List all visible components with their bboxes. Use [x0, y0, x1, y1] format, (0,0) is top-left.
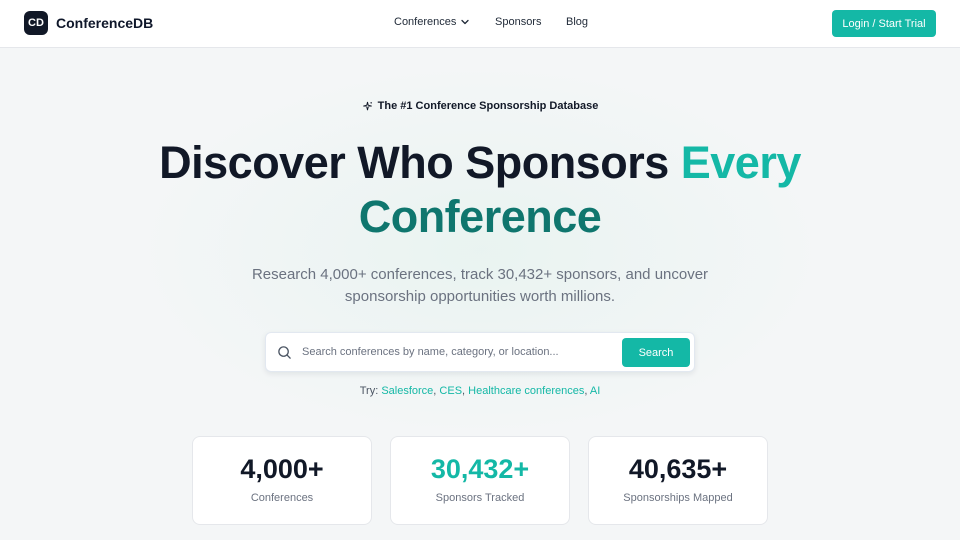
stat-value: 4,000+ — [240, 454, 324, 484]
try-prefix: Try: — [359, 385, 379, 397]
search-icon — [278, 346, 291, 359]
logo-text: ConferenceDB — [56, 15, 154, 31]
headline-part1: Discover Who Sponsors — [159, 137, 681, 188]
nav-blog-label: Blog — [566, 16, 589, 28]
hero-badge-text: The #1 Conference Sponsorship Database — [377, 100, 599, 112]
logo-link[interactable]: CD ConferenceDB — [24, 11, 153, 35]
hero-subtitle: Research 4,000+ conferences, track 30,43… — [251, 266, 709, 305]
try-link-salesforce[interactable]: Salesforce — [381, 385, 433, 397]
try-link-ces[interactable]: CES — [439, 385, 462, 397]
stat-value: 30,432+ — [430, 454, 530, 484]
hero-badge: The #1 Conference Sponsorship Database — [0, 100, 960, 112]
hero-headline: Discover Who Sponsors Every Conference — [0, 136, 960, 244]
search-button[interactable]: Search — [622, 338, 690, 367]
search-input[interactable] — [302, 342, 612, 362]
stat-card-conferences: 4,000+ Conferences — [192, 436, 372, 525]
stat-card-sponsorships: 40,635+ Sponsorships Mapped — [588, 436, 768, 525]
try-suggestions: Try: Salesforce, CES, Healthcare confere… — [359, 385, 601, 397]
chevron-down-icon — [461, 19, 470, 25]
stat-value: 40,635+ — [628, 454, 728, 484]
try-link-healthcare[interactable]: Healthcare conferences — [468, 385, 584, 397]
stat-label: Sponsorships Mapped — [623, 492, 733, 504]
nav-sponsors-label: Sponsors — [495, 16, 542, 28]
stat-card-sponsors: 30,432+ Sponsors Tracked — [390, 436, 570, 525]
nav-conferences-label: Conferences — [394, 16, 457, 28]
headline-accent-every: Every — [680, 137, 802, 188]
nav-sponsors-link[interactable]: Sponsors — [495, 16, 541, 28]
hero-background-glow — [130, 60, 830, 440]
login-start-trial-button[interactable]: Login / Start Trial — [832, 10, 936, 37]
headline-accent-conference: Conference — [358, 191, 602, 242]
top-navbar: CD ConferenceDB Conferences Sponsors Blo… — [0, 0, 960, 48]
nav-blog-link[interactable]: Blog — [566, 16, 588, 28]
logo-mark: CD — [24, 11, 48, 35]
search-bar: Search — [265, 332, 695, 372]
nav-conferences-dropdown[interactable]: Conferences — [394, 16, 470, 28]
try-link-ai[interactable]: AI — [590, 385, 600, 397]
stat-label: Conferences — [250, 492, 314, 504]
sparkle-icon — [362, 101, 372, 110]
stat-label: Sponsors Tracked — [435, 492, 525, 504]
